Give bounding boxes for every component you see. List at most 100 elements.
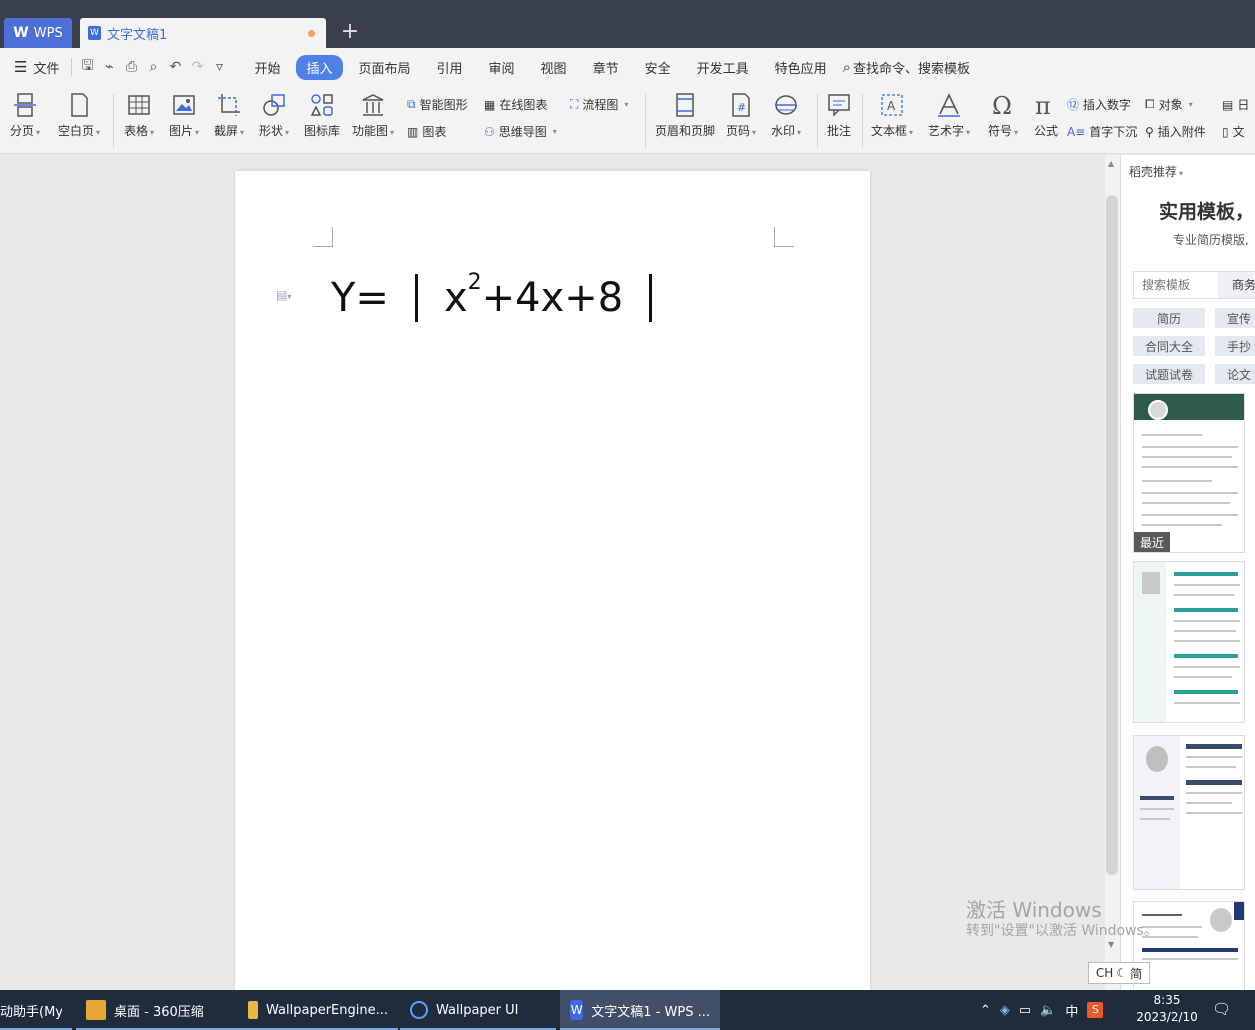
watermark-button[interactable]: 水印 ▾ — [771, 92, 801, 139]
command-search[interactable]: ⌕ 查找命令、搜索模板 — [843, 58, 970, 77]
panel-subtitle: 专业简历模版, — [1173, 233, 1249, 247]
margin-corner-top-left — [313, 227, 333, 247]
notification-icon[interactable]: 🗨 — [1212, 1000, 1231, 1018]
scroll-thumb[interactable] — [1106, 195, 1118, 875]
template-thumbnail-3[interactable] — [1133, 735, 1245, 890]
paragraph-options-icon[interactable]: ▤▾ — [276, 288, 291, 302]
smart-graphic-button[interactable]: ⧉ 智能图形 — [407, 96, 468, 113]
date-button[interactable]: ▤ 日 — [1222, 96, 1249, 113]
taskbar-item-helper[interactable]: 动助手(MyE... — [0, 990, 72, 1030]
menu-page-layout[interactable]: 页面布局 — [349, 55, 421, 80]
picture-button[interactable]: 图片 ▾ — [169, 92, 199, 139]
scroll-down-icon[interactable]: ▼ — [1108, 940, 1114, 949]
document-part-label: 文 — [1232, 125, 1245, 139]
menu-view[interactable]: 视图 — [531, 55, 577, 80]
drop-cap-button[interactable]: A≡ 首字下沉 — [1067, 123, 1137, 140]
template-thumbnail-2[interactable] — [1133, 561, 1245, 723]
tab-wps-home[interactable]: W WPS — [4, 18, 72, 48]
formula-icon: π — [1035, 92, 1051, 118]
text-box-button[interactable]: A 文本框 ▾ — [871, 92, 913, 139]
taskbar-item-wps[interactable]: W 文字文稿1 - WPS ... — [560, 990, 720, 1030]
equation-variable: x — [443, 275, 468, 321]
table-button[interactable]: 表格 ▾ — [124, 92, 154, 139]
screenshot-button[interactable]: 截屏 ▾ — [214, 92, 244, 139]
chip-papers[interactable]: 论文 — [1215, 364, 1255, 384]
comment-button[interactable]: 批注 — [826, 92, 852, 139]
ime-indicator[interactable]: CH ☾ 简 — [1088, 962, 1150, 984]
volume-icon[interactable]: 🔈 — [1040, 1003, 1056, 1018]
function-chart-button[interactable]: 功能图 ▾ — [352, 92, 394, 139]
taskbar-item-wallpaper-ui[interactable]: Wallpaper UI — [400, 990, 556, 1030]
shapes-button[interactable]: 形状 ▾ — [259, 92, 289, 139]
redo-icon[interactable]: ↷ — [186, 56, 208, 78]
print-icon[interactable]: ⎙ — [120, 56, 142, 78]
tray-app-icon[interactable]: ◈ — [1000, 1003, 1010, 1018]
taskbar-item-360zip[interactable]: 桌面 - 360压缩 — [76, 990, 238, 1030]
scroll-up-icon[interactable]: ▲ — [1108, 159, 1114, 168]
tray-expand-icon[interactable]: ⌃ — [980, 1003, 991, 1018]
chart-icon: ▥ — [407, 124, 419, 139]
tab-document[interactable]: W 文字文稿1 — [80, 18, 326, 48]
blank-page-icon — [71, 93, 88, 117]
menu-developer[interactable]: 开发工具 — [687, 55, 759, 80]
search-category-tab[interactable]: 商务 — [1218, 272, 1255, 298]
chip-exams[interactable]: 试题试卷 — [1133, 364, 1205, 384]
sougou-icon[interactable]: S — [1087, 1002, 1104, 1018]
table-icon — [128, 95, 150, 115]
menu-insert[interactable]: 插入 — [296, 54, 343, 80]
clock[interactable]: 8:35 2023/2/10 — [1136, 992, 1198, 1026]
template-thumbnail-1[interactable]: 最近 — [1133, 393, 1245, 553]
icon-library-button[interactable]: 图标库 — [304, 92, 340, 139]
menu-review[interactable]: 审阅 — [479, 55, 525, 80]
clock-time: 8:35 — [1153, 993, 1181, 1007]
vertical-scrollbar[interactable]: ▲ ▼ — [1105, 155, 1120, 990]
word-art-button[interactable]: 艺术字 ▾ — [928, 92, 970, 139]
document-part-button[interactable]: ▯ 文 — [1222, 123, 1245, 140]
object-button[interactable]: ⧠ 对象 ▾ — [1145, 96, 1193, 113]
blank-page-button[interactable]: 空白页 ▾ — [58, 92, 100, 139]
template-search-input[interactable] — [1134, 273, 1218, 297]
hamburger-icon: ☰ — [14, 58, 28, 76]
symbol-button[interactable]: Ω 符号 ▾ — [988, 92, 1018, 139]
template-panel: 稻壳推荐▾ 实用模板， 专业简历模版, 商务 简历 宣传 合同大全 手抄 试题试… — [1120, 155, 1255, 990]
menu-references[interactable]: 引用 — [427, 55, 473, 80]
network-icon[interactable]: ▭ — [1019, 1003, 1031, 1018]
undo-icon[interactable]: ↶ — [164, 56, 186, 78]
attachment-label: 插入附件 — [1157, 125, 1206, 139]
taskbar-item-wallpaper-engine[interactable]: WallpaperEngine... — [238, 990, 398, 1030]
chip-resume[interactable]: 简历 — [1133, 308, 1205, 328]
page-break-label: 分页 — [10, 124, 35, 138]
flowchart-button[interactable]: ⛶ 流程图 ▾ — [570, 96, 628, 113]
chip-promo[interactable]: 宣传 — [1215, 308, 1255, 328]
menu-section[interactable]: 章节 — [583, 55, 629, 80]
insert-ribbon: 分页 ▾ 空白页 ▾ 表格 ▾ 图片 ▾ 截屏 ▾ 形状 ▾ 图标库 功能图 ▾ ⧉ 智能图形… — [0, 86, 1255, 154]
file-menu[interactable]: ☰ 文件 — [0, 58, 67, 77]
svg-text:Ω: Ω — [992, 92, 1012, 118]
calendar-icon: ▤ — [1222, 97, 1234, 112]
menu-special[interactable]: 特色应用 — [765, 55, 837, 80]
equation-remainder: +4x+8 — [481, 275, 624, 321]
equation[interactable]: Y= x 2 +4x+8 — [331, 270, 678, 322]
page-number-button[interactable]: # 页码 ▾ — [726, 92, 756, 139]
input-language[interactable]: 中 — [1065, 1001, 1078, 1020]
insert-number-button[interactable]: ⑫ 插入数字 — [1067, 96, 1131, 113]
chart-button[interactable]: ▥ 图表 — [407, 123, 446, 140]
icon-library-icon — [310, 94, 333, 116]
panel-header[interactable]: 稻壳推荐 ▾ — [1129, 163, 1183, 180]
print-preview-icon[interactable]: ⌕ — [142, 56, 164, 78]
formula-button[interactable]: π 公式 — [1033, 92, 1059, 139]
menu-security[interactable]: 安全 — [635, 55, 681, 80]
page-break-button[interactable]: 分页 ▾ — [10, 92, 40, 139]
menu-home[interactable]: 开始 — [244, 55, 290, 80]
chip-contracts[interactable]: 合同大全 — [1133, 336, 1205, 356]
mind-map-button[interactable]: ⚇ 思维导图 ▾ — [484, 123, 557, 140]
attachment-button[interactable]: ⚲ 插入附件 — [1145, 123, 1206, 140]
customize-toolbar-icon[interactable]: ▿ — [208, 56, 230, 78]
online-chart-button[interactable]: ▦ 在线图表 — [484, 96, 547, 113]
template-search[interactable]: 商务 — [1133, 271, 1255, 299]
chip-handwritten[interactable]: 手抄 — [1215, 336, 1255, 356]
header-footer-button[interactable]: 页眉和页脚 — [655, 92, 715, 139]
save-icon[interactable]: 🖫 — [76, 56, 98, 78]
new-tab-button[interactable]: + — [336, 18, 364, 48]
format-painter-icon[interactable]: ⌁ — [98, 56, 120, 78]
